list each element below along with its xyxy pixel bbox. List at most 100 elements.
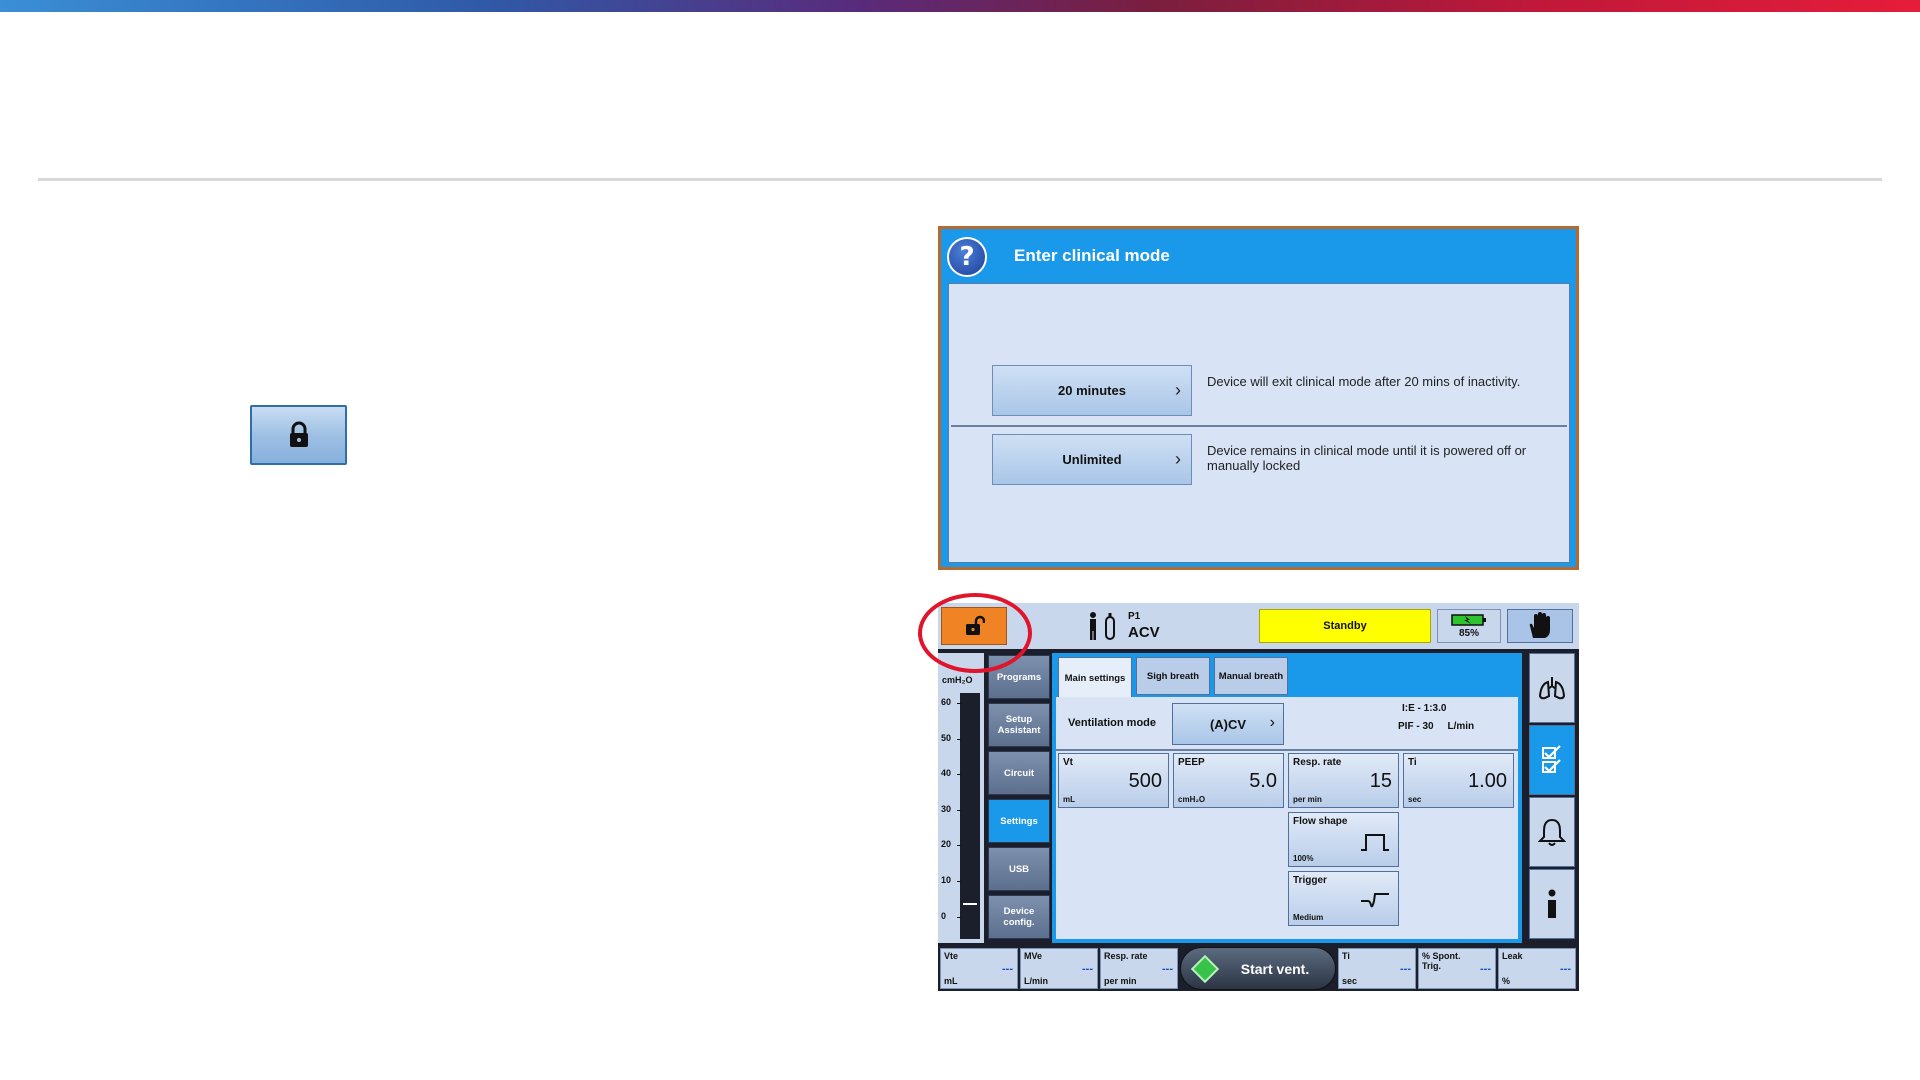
ventilation-mode-button[interactable]: (A)CV › xyxy=(1172,703,1284,745)
gauge-tick: 50 xyxy=(941,733,962,743)
battery-percent: 85% xyxy=(1458,627,1479,639)
option-divider xyxy=(951,425,1567,427)
monitor-name: MVe xyxy=(1024,951,1043,961)
gauge-tick: 40 xyxy=(941,768,962,778)
start-diamond-icon xyxy=(1190,954,1220,984)
settings-content: Ventilation mode (A)CV › I:E - 1:3.0 PIF… xyxy=(1056,697,1518,939)
hand-icon xyxy=(1529,612,1550,638)
gauge-tick: 0 xyxy=(941,911,962,921)
tab-manual-breath[interactable]: Manual breath xyxy=(1214,657,1288,695)
settings-panel: Main settings Sigh breath Manual breath … xyxy=(1052,653,1522,943)
monitor-unit: mL xyxy=(944,976,958,986)
monitor-value: --- xyxy=(1400,963,1411,975)
param-peep[interactable]: PEEP 5.0 cmH₂O xyxy=(1173,753,1284,808)
pressure-gauge: cmH₂O 60 50 40 30 20 10 0 xyxy=(938,653,984,943)
monitor-unit: sec xyxy=(1342,976,1358,986)
param-resp-rate[interactable]: Resp. rate 15 per min xyxy=(1288,753,1399,808)
ventilation-mode-label: Ventilation mode xyxy=(1068,717,1157,729)
gauge-tick: 60 xyxy=(941,697,962,707)
dialog-header: ? Enter clinical mode xyxy=(941,229,1576,281)
param-unit: 100% xyxy=(1293,854,1314,863)
nav-item-settings[interactable]: Settings xyxy=(988,799,1050,843)
param-value: 5.0 xyxy=(1249,770,1277,792)
param-name: Vt xyxy=(1063,757,1073,768)
patient-indicator[interactable]: P1 ACV xyxy=(1082,607,1196,645)
option-description: Device remains in clinical mode until it… xyxy=(1207,443,1527,473)
param-name: Resp. rate xyxy=(1293,757,1342,768)
monitor-unit: L/min xyxy=(1024,976,1048,986)
start-label: Start vent. xyxy=(1240,960,1310,977)
param-vt[interactable]: Vt 500 mL xyxy=(1058,753,1169,808)
monitor-value: --- xyxy=(1002,963,1013,975)
lungs-button[interactable] xyxy=(1529,653,1575,723)
option-unlimited-button[interactable]: Unlimited › xyxy=(992,434,1192,485)
param-value: 500 xyxy=(1128,770,1162,792)
monitor-spont-trig: % Spont. Trig. --- xyxy=(1418,948,1496,989)
monitor-vte: Vte --- mL xyxy=(940,948,1018,989)
option-label: 20 minutes xyxy=(1058,383,1126,398)
monitor-value: --- xyxy=(1480,963,1491,975)
status-strip: P1 ACV Standby 85% xyxy=(938,603,1579,649)
square-wave-icon xyxy=(1361,834,1389,851)
dialog-body: 20 minutes › Device will exit clinical m… xyxy=(948,283,1570,563)
patient-label: P1 xyxy=(1128,611,1141,622)
param-name: Trigger xyxy=(1293,875,1327,886)
option-20-minutes-button[interactable]: 20 minutes › xyxy=(992,365,1192,416)
status-badge: Standby xyxy=(1259,609,1431,643)
monitor-name: Ti xyxy=(1342,951,1350,961)
param-value: 15 xyxy=(1369,770,1392,792)
highlight-ring xyxy=(918,593,1032,673)
trigger-wave-icon xyxy=(1361,893,1389,908)
monitor-value: --- xyxy=(1082,963,1093,975)
info-icon xyxy=(1548,889,1556,918)
chevron-right-icon: › xyxy=(1175,449,1181,469)
lock-button[interactable] xyxy=(250,405,347,465)
nav-item-circuit[interactable]: Circuit xyxy=(988,751,1050,795)
gauge-unit: cmH₂O xyxy=(942,675,973,685)
monitor-ti: Ti --- sec xyxy=(1338,948,1416,989)
nav-item-usb[interactable]: USB xyxy=(988,847,1050,891)
monitoring-strip: Vte --- mL MVe --- L/min Resp. rate --- … xyxy=(938,946,1579,991)
tab-main-settings[interactable]: Main settings xyxy=(1058,657,1132,699)
chevron-right-icon: › xyxy=(1175,380,1181,400)
ventilation-mode-value: (A)CV xyxy=(1209,716,1247,732)
tab-sigh-breath[interactable]: Sigh breath xyxy=(1136,657,1210,695)
alarms-button[interactable] xyxy=(1529,797,1575,867)
ie-ratio: I:E - 1:3.0 xyxy=(1402,703,1447,714)
info-button[interactable] xyxy=(1529,869,1575,939)
pif-value: PIF - 30 L/min xyxy=(1398,721,1475,732)
gauge-tick: 20 xyxy=(941,839,962,849)
param-name: PEEP xyxy=(1178,757,1205,768)
top-gradient-bar xyxy=(0,0,1920,12)
param-flow-shape[interactable]: Flow shape 100% xyxy=(1288,812,1399,867)
param-ti[interactable]: Ti 1.00 sec xyxy=(1403,753,1514,808)
param-trigger[interactable]: Trigger Medium xyxy=(1288,871,1399,926)
patient-mode: ACV xyxy=(1128,624,1160,641)
param-unit: mL xyxy=(1063,795,1075,804)
header-divider xyxy=(38,178,1882,181)
ventilator-screen: P1 ACV Standby 85% cmH₂O 60 50 40 30 20 xyxy=(938,603,1579,991)
checklist-icon xyxy=(1542,745,1561,773)
settings-checklist-button[interactable] xyxy=(1529,725,1575,795)
monitor-unit: per min xyxy=(1104,976,1137,986)
alarm-silence-button[interactable] xyxy=(1507,609,1573,643)
nav-item-setup-assistant[interactable]: Setup Assistant xyxy=(988,703,1050,747)
monitor-resp-rate: Resp. rate --- per min xyxy=(1100,948,1178,989)
param-unit: cmH₂O xyxy=(1178,795,1206,804)
gauge-level-marker xyxy=(963,903,977,905)
question-icon: ? xyxy=(947,237,987,277)
start-ventilation-button[interactable]: Start vent. xyxy=(1180,947,1336,990)
gauge-track xyxy=(960,693,980,939)
content-divider xyxy=(1056,749,1518,751)
monitor-name: Vte xyxy=(944,951,959,961)
monitor-name: Resp. rate xyxy=(1104,951,1148,961)
lock-icon xyxy=(289,421,308,447)
option-description: Device will exit clinical mode after 20 … xyxy=(1207,374,1521,389)
option-label: Unlimited xyxy=(1062,452,1122,467)
param-unit: per min xyxy=(1293,795,1322,804)
gauge-tick: 30 xyxy=(941,804,962,814)
lungs-icon xyxy=(1538,677,1566,700)
param-value: 1.00 xyxy=(1468,770,1507,792)
clinical-mode-dialog: ? Enter clinical mode 20 minutes › Devic… xyxy=(938,226,1579,570)
nav-item-device-config[interactable]: Device config. xyxy=(988,895,1050,939)
